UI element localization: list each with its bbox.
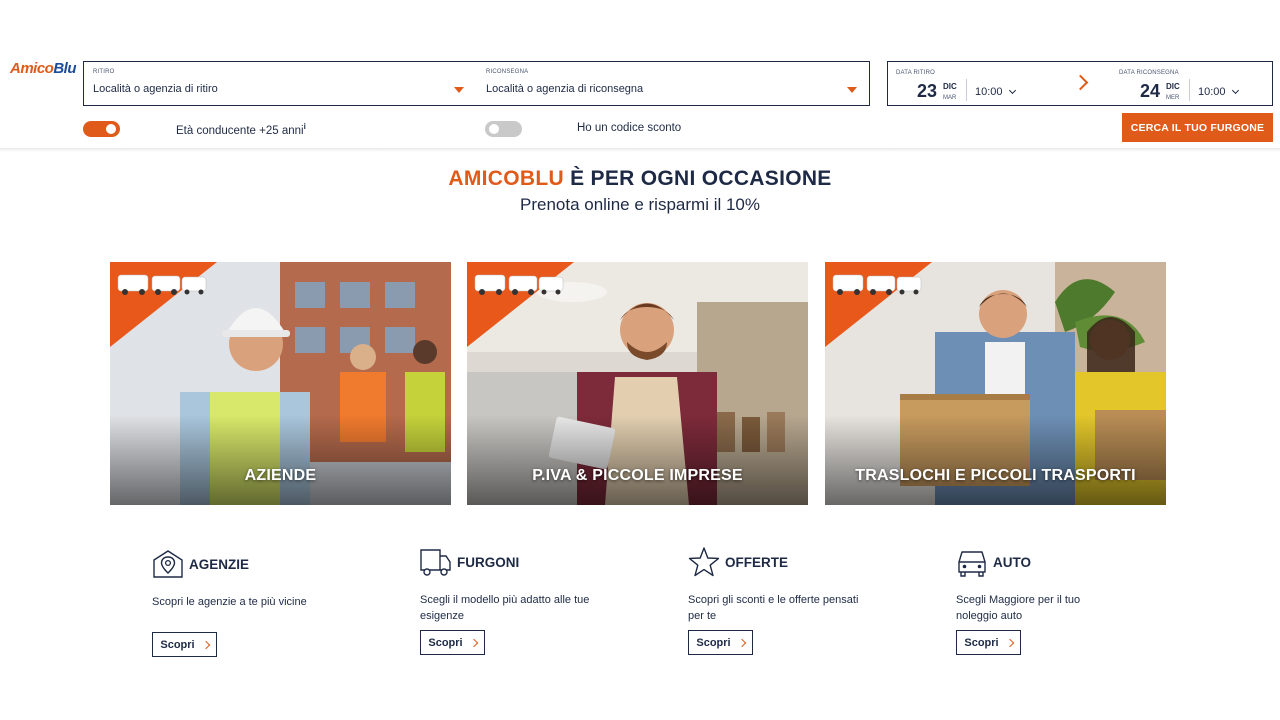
discount-code-toggle[interactable] <box>485 121 522 137</box>
discover-offers-button[interactable]: Scopri <box>688 630 753 655</box>
card-title: TRASLOCHI E PICCOLI TRASPORTI <box>855 467 1136 484</box>
button-label: Scopri <box>428 636 463 649</box>
star-icon <box>688 547 720 577</box>
chevron-right-icon <box>1005 638 1014 647</box>
pickup-time: 10:00 <box>975 86 1003 98</box>
page: AmicoBlu RITIRO Località o agenzia di ri… <box>0 0 1280 720</box>
card-title: AZIENDE <box>244 467 317 484</box>
chevron-right-icon <box>737 638 746 647</box>
pickup-day: 23 <box>917 81 938 101</box>
pickup-date-field[interactable]: DATA RITIRO 23 DIC MAR 10:00 <box>896 62 1046 104</box>
feature-title: FURGONI <box>457 555 520 570</box>
truck-icon <box>420 549 451 576</box>
hero-title-accent: AMICOBLU <box>448 167 564 190</box>
amicoblu-logo[interactable]: AmicoBlu <box>10 60 77 78</box>
header-divider <box>0 148 1280 152</box>
pickup-date-label: DATA RITIRO <box>896 70 935 76</box>
feature-description: Scopri gli sconti e le offerte pensati p… <box>688 594 859 622</box>
discount-code-label: Ho un codice sconto <box>577 122 682 134</box>
chevron-down-icon <box>1008 86 1016 95</box>
card-piva[interactable]: P.IVA & PICCOLE IMPRESE <box>467 262 808 505</box>
arrow-right-icon <box>1072 74 1089 91</box>
logo-part-1: Amico <box>10 60 54 77</box>
pickup-month: DIC <box>943 82 957 91</box>
discover-vans-button[interactable]: Scopri <box>420 630 485 655</box>
return-value: Località o agenzia di riconsegna <box>486 83 644 95</box>
return-weekday: MER <box>1166 95 1180 101</box>
button-label: Scopri <box>964 636 999 649</box>
driver-age-text: Età conducente +25 anni <box>176 124 304 137</box>
divider <box>1189 79 1190 101</box>
chevron-down-icon <box>1231 86 1239 95</box>
vans-icon <box>474 274 564 295</box>
vans-icon <box>832 274 922 295</box>
pickup-value: Località o agenzia di ritiro <box>93 83 218 95</box>
car-icon <box>958 551 986 577</box>
chevron-right-icon <box>469 638 478 647</box>
driver-age-toggle[interactable] <box>83 121 120 137</box>
search-van-button[interactable]: CERCA IL TUO FURGONE <box>1122 113 1273 142</box>
hero-title-rest: È PER OGNI OCCASIONE <box>563 167 832 190</box>
feature-description: Scopri le agenzie a te più vicine <box>152 596 307 608</box>
toggle-knob <box>489 124 499 134</box>
pickup-weekday: MAR <box>943 95 957 101</box>
card-title: P.IVA & PICCOLE IMPRESE <box>532 467 743 484</box>
return-month: DIC <box>1166 82 1180 91</box>
hero-title: AMICOBLU È PER OGNI OCCASIONE <box>0 167 1280 191</box>
feature-title: AGENZIE <box>189 557 250 572</box>
discover-agencies-button[interactable]: Scopri <box>152 632 217 657</box>
return-location-field[interactable]: RICONSEGNA Località o agenzia di riconse… <box>476 62 869 105</box>
photo-overlay <box>110 415 451 505</box>
pickup-time-select[interactable]: 10:00 <box>975 86 1016 98</box>
card-aziende[interactable]: AZIENDE <box>110 262 451 505</box>
card-traslochi[interactable]: TRASLOCHI E PICCOLI TRASPORTI <box>825 262 1166 505</box>
return-date-label: DATA RICONSEGNA <box>1119 70 1179 76</box>
feature-description: Scegli il modello più adatto alle tue es… <box>420 594 590 622</box>
return-label: RICONSEGNA <box>486 69 529 75</box>
discover-cars-button[interactable]: Scopri <box>956 630 1021 655</box>
chevron-right-icon <box>201 640 210 649</box>
photo-overlay <box>467 415 808 505</box>
feature-title: AUTO <box>993 555 1032 570</box>
feature-description: Scegli Maggiore per il tuo noleggio auto <box>956 594 1081 622</box>
toggle-knob <box>106 124 116 134</box>
return-time: 10:00 <box>1198 86 1226 98</box>
info-icon[interactable]: i <box>304 122 306 131</box>
date-search-box: DATA RITIRO 23 DIC MAR 10:00 DATA RICONS… <box>887 61 1273 106</box>
pickup-location-field[interactable]: RITIRO Località o agenzia di ritiro <box>84 62 476 105</box>
return-day: 24 <box>1140 81 1161 101</box>
photo-overlay <box>825 415 1166 505</box>
pickup-label: RITIRO <box>93 69 115 75</box>
caret-down-icon <box>847 87 857 93</box>
divider <box>966 79 967 101</box>
map-pin-icon <box>153 550 183 578</box>
driver-age-label: Età conducente +25 annii <box>176 122 306 137</box>
caret-down-icon <box>454 87 464 93</box>
location-search-box: RITIRO Località o agenzia di ritiro RICO… <box>83 61 870 106</box>
return-time-select[interactable]: 10:00 <box>1198 86 1239 98</box>
vans-icon <box>117 274 207 295</box>
logo-part-2: Blu <box>53 60 77 77</box>
button-label: Scopri <box>160 638 195 651</box>
return-date-field[interactable]: DATA RICONSEGNA 24 DIC MER 10:00 <box>1119 62 1269 104</box>
feature-title: OFFERTE <box>725 555 788 570</box>
button-label: Scopri <box>696 636 731 649</box>
hero-subtitle: Prenota online e risparmi il 10% <box>519 195 760 214</box>
